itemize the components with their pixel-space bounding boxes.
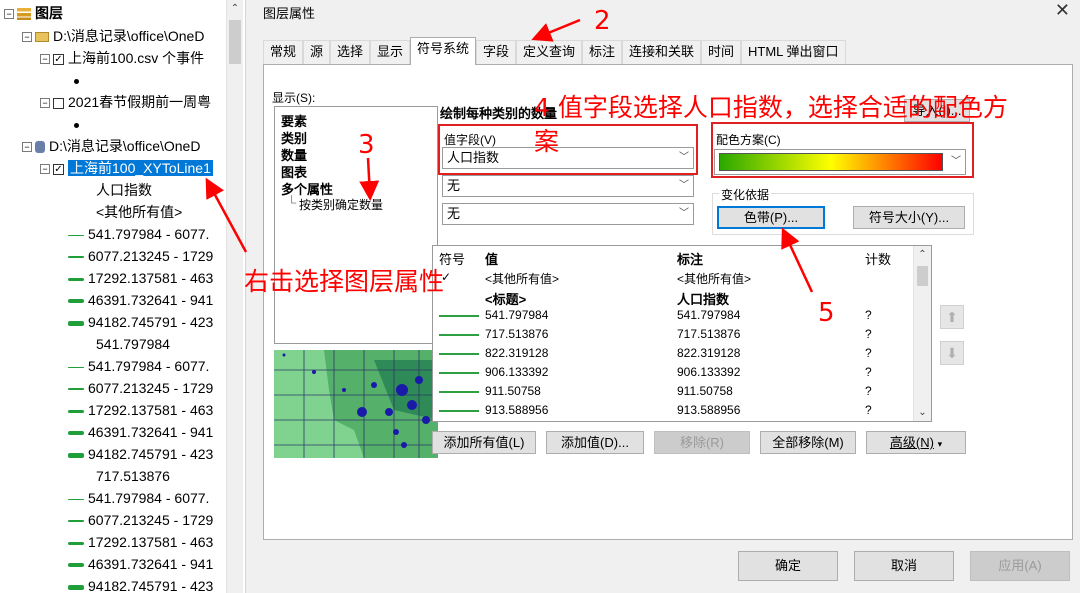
tab-4[interactable]: 符号系统 [410,37,477,65]
arrow-to-selected-layer [205,177,248,253]
annotation-arrows [205,18,814,293]
arrow-to-quantity-by-category [359,157,380,201]
arrow-to-symbology-tab [531,18,581,42]
arrow-to-color-ramp-button [781,227,814,293]
